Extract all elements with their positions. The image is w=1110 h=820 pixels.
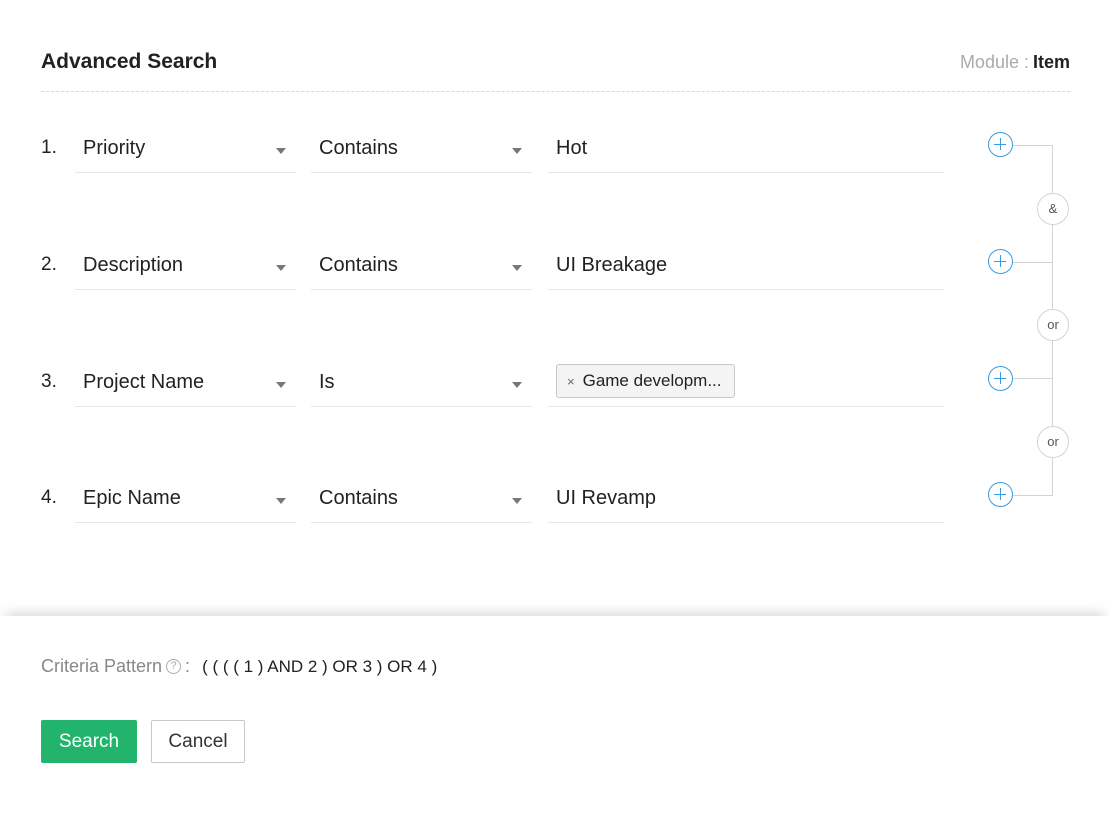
cancel-button[interactable]: Cancel	[151, 720, 245, 763]
logic-operator-toggle[interactable]: or	[1037, 426, 1069, 458]
row-number: 2.	[41, 254, 57, 275]
logic-operator-toggle[interactable]: or	[1037, 309, 1069, 341]
field-select-value: Project Name	[83, 371, 205, 393]
caret-down-icon	[276, 148, 286, 154]
value-input-text: Hot	[556, 137, 588, 159]
chip-label: Game developm...	[582, 371, 722, 390]
operator-select-value: Contains	[319, 254, 398, 276]
row-number: 1.	[41, 137, 57, 158]
operator-select[interactable]: Contains	[311, 125, 532, 173]
plus-circle-icon[interactable]	[988, 132, 1013, 157]
value-input[interactable]: UI Revamp	[548, 475, 944, 523]
criteria-row-1: 1. Priority Contains Hot	[0, 132, 1110, 197]
connector-line	[1013, 495, 1053, 496]
field-select-value: Description	[83, 254, 184, 276]
field-select[interactable]: Epic Name	[75, 475, 296, 523]
module-label: Module :	[959, 52, 1029, 72]
caret-down-icon	[276, 265, 286, 271]
page-title: Advanced Search	[41, 50, 218, 73]
field-select[interactable]: Priority	[75, 125, 296, 173]
caret-down-icon	[512, 148, 522, 154]
caret-down-icon	[512, 498, 522, 504]
operator-select[interactable]: Is	[311, 359, 532, 407]
plus-circle-icon[interactable]	[988, 366, 1013, 391]
criteria-pattern: Criteria Pattern ? : ( ( ( ( 1 ) AND 2 )…	[41, 656, 437, 677]
connector-line	[1013, 378, 1053, 379]
operator-select-value: Contains	[319, 137, 398, 159]
value-input-text: UI Breakage	[556, 254, 668, 276]
caret-down-icon	[276, 382, 286, 388]
value-input[interactable]: UI Breakage	[548, 242, 944, 290]
value-tag-input[interactable]: × Game developm...	[548, 359, 944, 407]
caret-down-icon	[512, 265, 522, 271]
criteria-colon: :	[185, 656, 191, 676]
connector-line	[1013, 262, 1053, 263]
logic-operator-toggle[interactable]: &	[1037, 193, 1069, 225]
criteria-label: Criteria Pattern	[41, 656, 163, 676]
field-select[interactable]: Description	[75, 242, 296, 290]
criteria-row-4: 4. Epic Name Contains UI Revamp	[0, 482, 1110, 547]
question-circle-icon[interactable]: ?	[166, 659, 182, 674]
criteria-row-2: 2. Description Contains UI Breakage	[0, 249, 1110, 314]
criteria-row-3: 3. Project Name Is × Game developm...	[0, 364, 1110, 431]
search-button[interactable]: Search	[41, 720, 137, 763]
operator-select[interactable]: Contains	[311, 475, 532, 523]
value-input[interactable]: Hot	[548, 125, 944, 173]
field-select-value: Epic Name	[83, 487, 181, 509]
caret-down-icon	[512, 382, 522, 388]
operator-select-value: Contains	[319, 487, 398, 509]
page-header: Advanced Search Module : Item	[41, 48, 1070, 92]
operator-select[interactable]: Contains	[311, 242, 532, 290]
field-select[interactable]: Project Name	[75, 359, 296, 407]
value-input-text: UI Revamp	[556, 487, 657, 509]
footer-panel: Criteria Pattern ? : ( ( ( ( 1 ) AND 2 )…	[0, 616, 1110, 820]
module-value: Item	[1032, 52, 1070, 72]
module-indicator: Module : Item	[960, 52, 1070, 73]
field-select-value: Priority	[83, 137, 146, 159]
value-chip: × Game developm...	[556, 364, 735, 398]
criteria-pattern-value: ( ( ( ( 1 ) AND 2 ) OR 3 ) OR 4 )	[202, 656, 438, 676]
row-number: 4.	[41, 487, 57, 508]
plus-circle-icon[interactable]	[988, 482, 1013, 507]
operator-select-value: Is	[319, 371, 335, 393]
row-number: 3.	[41, 371, 57, 392]
close-icon[interactable]: ×	[567, 374, 575, 389]
plus-circle-icon[interactable]	[988, 249, 1013, 274]
caret-down-icon	[276, 498, 286, 504]
connector-line	[1013, 145, 1053, 146]
